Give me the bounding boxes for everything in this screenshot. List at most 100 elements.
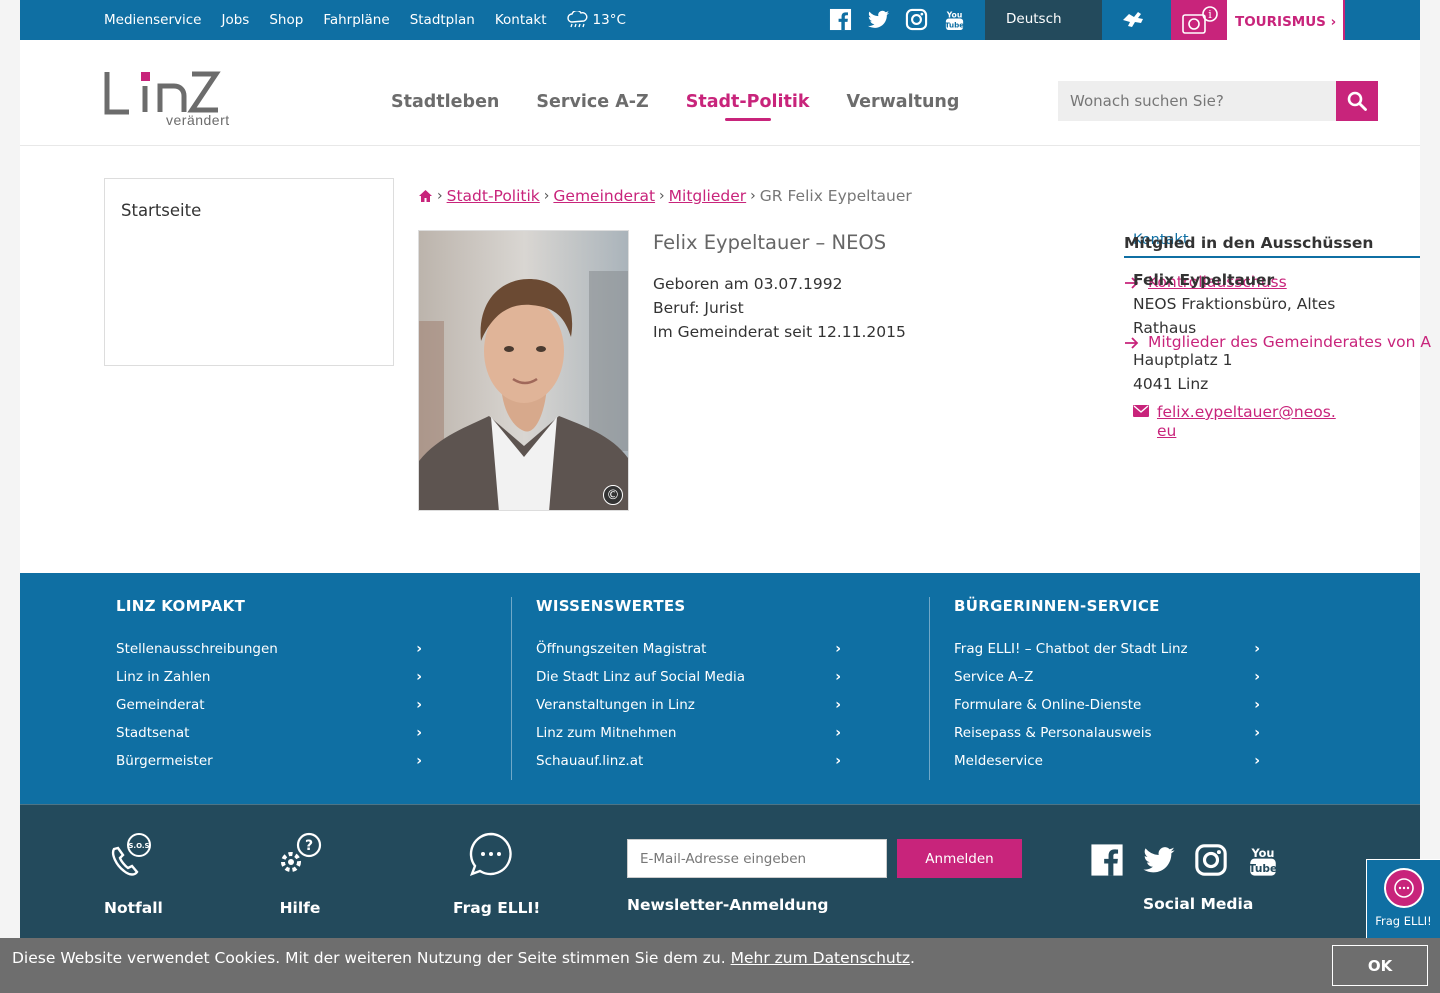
youtube-icon[interactable]: YouTube <box>1246 843 1280 877</box>
chevron-right-icon: › <box>835 641 841 657</box>
breadcrumb-stadt-politik[interactable]: Stadt-Politik <box>447 187 540 205</box>
logo-tagline: verändert <box>166 112 230 128</box>
footer-link[interactable]: Die Stadt Linz auf Social Media › <box>536 663 841 691</box>
chevron-right-icon: › <box>416 753 422 769</box>
twitter-icon[interactable] <box>867 8 890 31</box>
portrait-image <box>419 231 628 510</box>
privacy-link[interactable]: Mehr zum Datenschutz <box>731 949 910 967</box>
top-link-medienservice[interactable]: Medienservice <box>104 12 202 28</box>
footer-divider <box>511 597 512 780</box>
top-link-jobs[interactable]: Jobs <box>222 12 250 28</box>
tourism-label: TOURISMUS › <box>1235 14 1337 30</box>
frag-elli-chat-widget[interactable]: Frag ELLI! <box>1366 859 1440 938</box>
chevron-right-icon: › <box>416 669 422 685</box>
youtube-icon[interactable]: YouTube <box>943 8 966 31</box>
twitter-icon[interactable] <box>1142 843 1176 877</box>
footer-link[interactable]: Linz in Zahlen › <box>116 663 422 691</box>
cookie-ok-button[interactable]: OK <box>1332 945 1428 986</box>
contact-email: felix.eypeltauer@neos.eu <box>1133 403 1337 441</box>
top-bar: Medienservice Jobs Shop Fahrpläne Stadtp… <box>20 0 1420 46</box>
search-bar <box>1058 81 1378 121</box>
chevron-right-icon: › <box>835 725 841 741</box>
chat-bubble-icon <box>1383 868 1424 908</box>
footer-link[interactable]: Gemeinderat › <box>116 691 422 719</box>
search-button[interactable] <box>1336 81 1378 121</box>
chevron-right-icon: › <box>1254 697 1260 713</box>
social-media-label: Social Media <box>1143 895 1254 913</box>
language-label: Deutsch <box>1006 11 1062 27</box>
newsletter-submit-button[interactable]: Anmelden <box>897 839 1022 878</box>
chevron-right-icon: › <box>1254 725 1260 741</box>
contact-name: Felix Eypeltauer <box>1133 271 1275 289</box>
search-icon <box>1347 91 1367 111</box>
main-nav: Stadtleben Service A-Z Stadt-Politik Ver… <box>391 92 960 121</box>
nav-verwaltung[interactable]: Verwaltung <box>847 92 960 112</box>
footer-link[interactable]: Bürgermeister › <box>116 747 422 775</box>
notfall-link[interactable]: S.O.S Notfall <box>104 831 163 917</box>
chevron-right-icon: › <box>835 669 841 685</box>
svg-text:Tube: Tube <box>945 21 964 30</box>
newsletter-title: Newsletter-Anmeldung <box>627 896 829 914</box>
hilfe-link[interactable]: ? Hilfe <box>276 831 324 917</box>
top-link-fahrplaene[interactable]: Fahrpläne <box>323 12 389 28</box>
breadcrumb-mitglieder[interactable]: Mitglieder <box>669 187 747 205</box>
top-nav: Medienservice Jobs Shop Fahrpläne Stadtp… <box>104 0 626 40</box>
frag-elli-link[interactable]: Frag ELLI! <box>453 831 540 917</box>
svg-text:You: You <box>1250 846 1274 860</box>
footer-link[interactable]: Öffnungszeiten Magistrat › <box>536 635 841 663</box>
top-link-stadtplan[interactable]: Stadtplan <box>410 12 475 28</box>
person-job: Beruf: Jurist <box>653 299 744 317</box>
home-icon[interactable] <box>418 189 433 203</box>
footer-quick-links: S.O.S Notfall ? Hilfe Frag ELLI! Anmelde… <box>20 804 1420 938</box>
footer-link[interactable]: Linz zum Mitnehmen › <box>536 719 841 747</box>
chevron-right-icon: › <box>416 697 422 713</box>
help-gears-icon: ? <box>281 832 322 872</box>
copyright-badge[interactable]: © <box>603 485 623 505</box>
svg-text:S.O.S: S.O.S <box>128 842 149 850</box>
weather-widget[interactable]: 13°C <box>566 11 626 29</box>
footer-col-wissenswertes: WISSENSWERTES Öffnungszeiten Magistrat › … <box>536 597 841 775</box>
cookie-banner: Diese Website verwendet Cookies. Mit der… <box>0 938 1440 993</box>
person-council-since: Im Gemeinderat seit 12.11.2015 <box>653 323 906 341</box>
chevron-right-icon: › <box>416 725 422 741</box>
footer-link[interactable]: Veranstaltungen in Linz › <box>536 691 841 719</box>
contact-city: 4041 Linz <box>1133 375 1209 393</box>
footer-link[interactable]: Reisepass & Personalausweis › <box>954 719 1260 747</box>
footer-link[interactable]: Formulare & Online-Dienste › <box>954 691 1260 719</box>
linz-logo[interactable]: verändert <box>104 70 244 132</box>
header: verändert Stadtleben Service A-Z Stadt-P… <box>20 40 1420 146</box>
nav-service-a-z[interactable]: Service A-Z <box>536 92 648 112</box>
instagram-icon[interactable] <box>1194 843 1228 877</box>
svg-text:?: ? <box>305 838 313 854</box>
newsletter-form: Anmelden Newsletter-Anmeldung <box>627 839 1022 914</box>
footer-col-title: WISSENSWERTES <box>536 597 686 615</box>
top-link-kontakt[interactable]: Kontakt <box>495 12 547 28</box>
sign-language-icon[interactable] <box>1120 8 1150 30</box>
footer-col-title: LINZ KOMPAKT <box>116 597 246 615</box>
footer-link[interactable]: Frag ELLI! – Chatbot der Stadt Linz › <box>954 635 1260 663</box>
contact-org-line1: NEOS Fraktionsbüro, Altes <box>1133 295 1336 313</box>
nav-stadt-politik[interactable]: Stadt-Politik <box>686 92 810 121</box>
instagram-icon[interactable] <box>905 8 928 31</box>
footer-link[interactable]: Stadtsenat › <box>116 719 422 747</box>
email-link[interactable]: felix.eypeltauer@neos.eu <box>1157 403 1337 441</box>
sidebar-item-startseite[interactable]: Startseite <box>121 201 201 220</box>
facebook-icon[interactable] <box>829 8 852 31</box>
contact-address: Felix Eypeltauer NEOS Fraktionsbüro, Alt… <box>1133 268 1353 396</box>
language-selector[interactable]: Deutsch <box>985 0 1102 40</box>
newsletter-email-input[interactable] <box>627 839 887 878</box>
facebook-icon[interactable] <box>1090 843 1124 877</box>
breadcrumb-gemeinderat[interactable]: Gemeinderat <box>553 187 655 205</box>
top-link-shop[interactable]: Shop <box>269 12 303 28</box>
weather-temp: 13°C <box>592 12 626 28</box>
search-input[interactable] <box>1058 81 1336 121</box>
breadcrumb-current: GR Felix Eypeltauer <box>759 187 912 205</box>
footer-link[interactable]: Stellenausschreibungen › <box>116 635 422 663</box>
footer-link[interactable]: Schauauf.linz.at › <box>536 747 841 775</box>
footer-link[interactable]: Meldeservice › <box>954 747 1260 775</box>
contact-street: Hauptplatz 1 <box>1133 351 1233 369</box>
footer-link[interactable]: Service A–Z › <box>954 663 1260 691</box>
tourism-info-icon: i <box>1173 0 1227 44</box>
footer-col-title: BÜRGERINNEN-SERVICE <box>954 597 1160 615</box>
nav-stadtleben[interactable]: Stadtleben <box>391 92 499 112</box>
